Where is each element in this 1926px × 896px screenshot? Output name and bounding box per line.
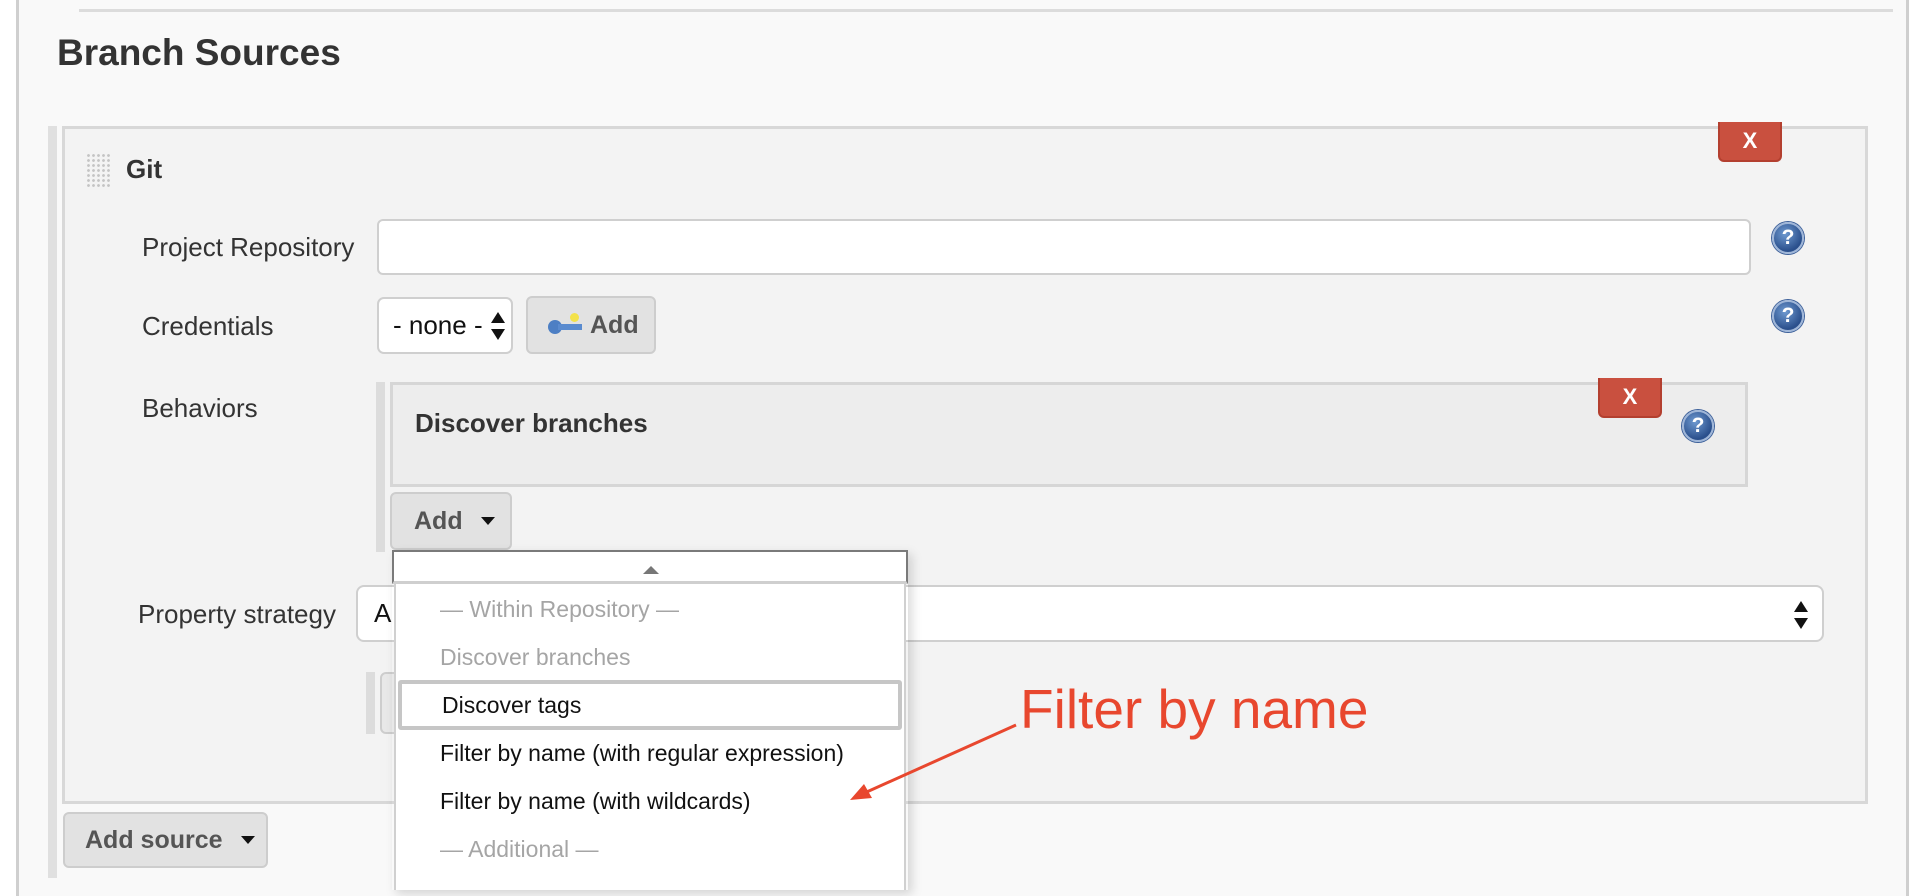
- credentials-label: Credentials: [142, 311, 274, 341]
- add-credentials-label: Add: [590, 310, 639, 339]
- dropdown-item-discover-tags[interactable]: Discover tags: [398, 680, 902, 730]
- behaviors-list-bar: [376, 382, 385, 552]
- dropdown-item-discover-branches: Discover branches: [440, 643, 631, 670]
- dropdown-item-filter-wildcards[interactable]: Filter by name (with wildcards): [396, 778, 904, 824]
- behavior-title: Discover branches: [415, 408, 648, 438]
- select-arrows-icon: [491, 312, 505, 340]
- drag-handle-icon[interactable]: [86, 153, 110, 187]
- scroll-up-arrow-icon[interactable]: [392, 550, 908, 584]
- annotation-arrow: [850, 723, 1017, 800]
- help-icon[interactable]: ?: [1772, 300, 1804, 332]
- project-repository-label: Project Repository: [142, 232, 355, 262]
- property-list-bar: [366, 672, 375, 734]
- delete-git-source-button[interactable]: X: [1718, 122, 1782, 162]
- dropdown-item-filter-regex[interactable]: Filter by name (with regular expression): [396, 730, 904, 776]
- add-source-label: Add source: [85, 825, 223, 854]
- caret-down-icon: [480, 517, 495, 525]
- add-behavior-button[interactable]: Add: [390, 492, 512, 550]
- property-strategy-label: Property strategy: [138, 599, 336, 629]
- help-icon[interactable]: ?: [1772, 222, 1804, 254]
- property-strategy-selected-value: A: [374, 598, 392, 628]
- credentials-select[interactable]: - none -: [377, 297, 513, 354]
- dropdown-list: — Within Repository — Discover branches …: [394, 584, 906, 890]
- add-behavior-label: Add: [414, 506, 463, 535]
- source-list-bar: [48, 126, 57, 878]
- select-arrows-icon: [1794, 601, 1808, 629]
- help-icon[interactable]: ?: [1682, 410, 1714, 442]
- key-icon: [548, 312, 584, 338]
- delete-behavior-button[interactable]: X: [1598, 378, 1662, 418]
- git-source-title: Git: [126, 154, 163, 184]
- caret-down-icon: [240, 836, 255, 844]
- credentials-selected-value: - none -: [393, 310, 483, 340]
- dropdown-header-additional: — Additional —: [440, 835, 599, 862]
- project-repository-input[interactable]: [377, 219, 1751, 275]
- section-title: Branch Sources: [57, 32, 341, 73]
- behaviors-label: Behaviors: [142, 393, 258, 423]
- dropdown-header-within-repository: — Within Repository —: [440, 595, 680, 622]
- behaviors-add-dropdown: — Within Repository — Discover branches …: [392, 550, 908, 890]
- add-source-button[interactable]: Add source: [63, 812, 268, 868]
- add-credentials-button[interactable]: Add: [526, 296, 656, 354]
- annotation-label: Filter by name: [1020, 678, 1369, 740]
- section-divider: [79, 9, 1893, 12]
